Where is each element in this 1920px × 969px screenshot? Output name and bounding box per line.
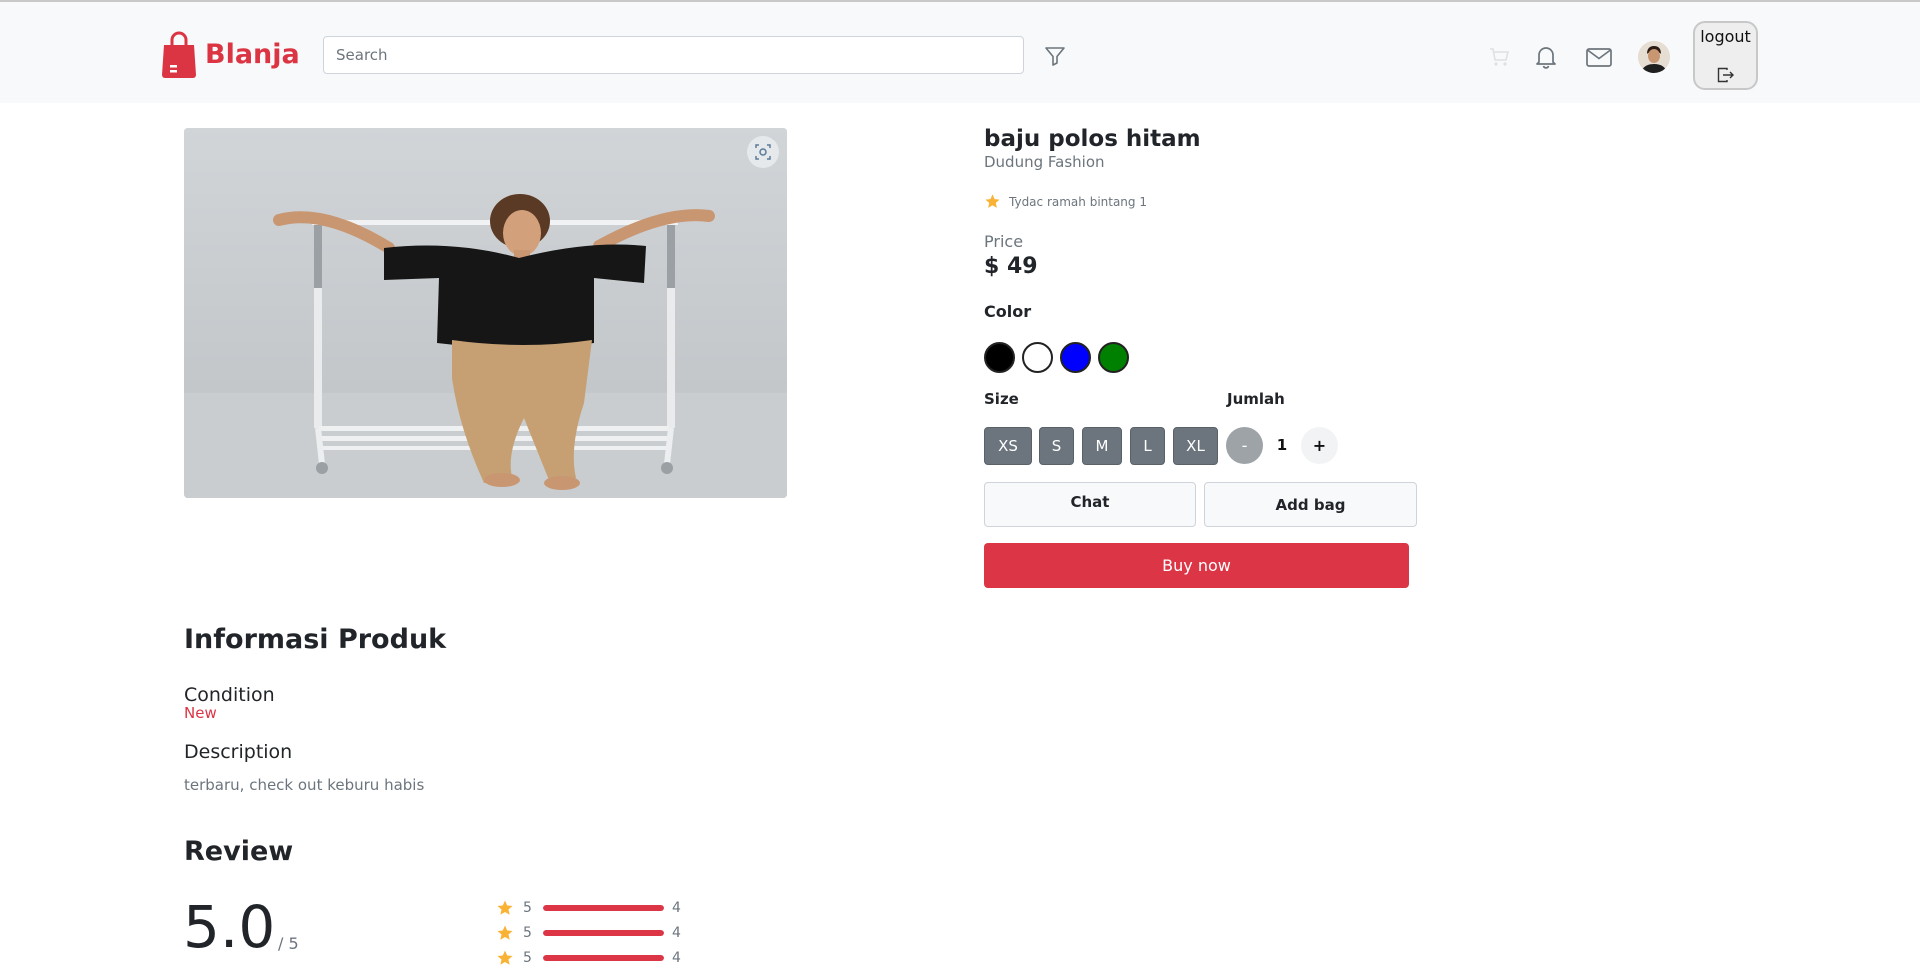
- color-swatch[interactable]: [1098, 342, 1129, 373]
- logout-button[interactable]: logout: [1693, 21, 1758, 90]
- review-breakdown-row: 5 4: [496, 948, 681, 968]
- chat-button[interactable]: Chat: [984, 482, 1196, 527]
- review-score: 5.0: [183, 893, 276, 961]
- review-bar-fill: [543, 955, 664, 961]
- size-label: Size: [984, 390, 1019, 408]
- color-label: Color: [984, 302, 1032, 321]
- price-label: Price: [984, 232, 1024, 251]
- mail-icon[interactable]: [1585, 45, 1613, 69]
- review-heading: Review: [184, 836, 294, 867]
- filter-icon[interactable]: [1043, 44, 1067, 68]
- review-star-level: 5: [523, 950, 532, 966]
- star-icon: [497, 900, 513, 915]
- quantity-increase-button[interactable]: +: [1301, 427, 1338, 464]
- cart-icon[interactable]: [1488, 46, 1510, 68]
- review-bar: [543, 905, 664, 911]
- color-swatch[interactable]: [984, 342, 1015, 373]
- user-avatar-icon: [1638, 41, 1670, 73]
- review-bar: [543, 955, 664, 961]
- buy-now-button[interactable]: Buy now: [984, 543, 1409, 588]
- review-count: 4: [672, 900, 681, 916]
- review-bar: [543, 930, 664, 936]
- review-score-max: / 5: [278, 934, 299, 953]
- product-photo: [184, 128, 787, 498]
- shop-name[interactable]: Dudung Fashion: [984, 153, 1105, 171]
- condition-value: New: [184, 704, 217, 722]
- price-value: $ 49: [984, 254, 1038, 279]
- add-bag-button[interactable]: Add bag: [1204, 482, 1417, 527]
- review-star-level: 5: [523, 900, 532, 916]
- description-text: terbaru, check out keburu habis: [184, 776, 425, 794]
- review-bar-fill: [543, 930, 664, 936]
- avatar[interactable]: [1638, 41, 1670, 73]
- logout-label: logout: [1700, 27, 1751, 46]
- size-xs-button[interactable]: XS: [984, 427, 1032, 465]
- quantity-label: Jumlah: [1227, 390, 1285, 408]
- review-bar-fill: [543, 905, 664, 911]
- color-swatch[interactable]: [1022, 342, 1053, 373]
- quantity-decrease-button[interactable]: -: [1226, 427, 1263, 464]
- review-breakdown-row: 5 4: [496, 923, 681, 943]
- top-navbar: Blanja logout: [0, 0, 1920, 103]
- product-info-heading: Informasi Produk: [184, 624, 447, 655]
- product-title: baju polos hitam: [984, 126, 1201, 152]
- size-l-button[interactable]: L: [1130, 427, 1165, 465]
- review-count: 4: [672, 925, 681, 941]
- shopping-bag-icon: [162, 31, 196, 78]
- size-s-button[interactable]: S: [1039, 427, 1074, 465]
- quantity-value: 1: [1276, 436, 1288, 454]
- zoom-button[interactable]: [747, 136, 779, 168]
- brand[interactable]: Blanja: [161, 29, 300, 79]
- search-input[interactable]: [323, 36, 1024, 74]
- star-icon: [497, 925, 513, 940]
- review-star-level: 5: [523, 925, 532, 941]
- logout-icon: [1717, 67, 1734, 83]
- rating: Tydac ramah bintang 1: [984, 193, 1147, 210]
- color-swatch[interactable]: [1060, 342, 1091, 373]
- product-image[interactable]: [184, 128, 787, 498]
- size-m-button[interactable]: M: [1082, 427, 1122, 465]
- brand-name: Blanja: [205, 38, 300, 70]
- description-label: Description: [184, 741, 293, 763]
- size-xl-button[interactable]: XL: [1173, 427, 1218, 465]
- rating-text: Tydac ramah bintang 1: [1009, 194, 1147, 209]
- condition-label: Condition: [184, 684, 275, 706]
- review-count: 4: [672, 950, 681, 966]
- bell-icon[interactable]: [1533, 44, 1559, 70]
- focus-icon: [755, 144, 771, 160]
- star-icon: [985, 194, 1000, 208]
- star-icon: [497, 950, 513, 965]
- review-breakdown-row: 5 4: [496, 898, 681, 918]
